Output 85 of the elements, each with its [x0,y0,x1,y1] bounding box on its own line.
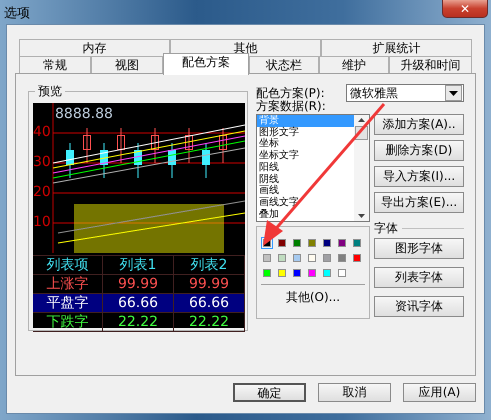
table-cell: 66.66 [103,294,174,312]
tab[interactable]: 内存 [19,39,170,56]
rising-candle [185,128,193,164]
list-item[interactable]: 图形文字 [257,126,354,138]
color-swatch[interactable] [308,269,316,277]
color-swatch[interactable] [338,269,346,277]
color-swatch[interactable] [278,239,286,247]
color-swatch[interactable] [293,269,301,277]
color-swatch[interactable] [323,239,331,247]
color-swatch[interactable] [323,269,331,277]
scrollbar[interactable] [354,115,369,221]
axis-label: 30 [33,153,51,171]
table-cell: 下跌字 [33,313,103,331]
list-item[interactable]: 坐标 [257,138,354,150]
group-title: 预览 [35,83,65,100]
table-cell: 列表项 [33,256,103,274]
dialog-button[interactable]: 取消 [318,383,391,402]
scheme-data-label: 方案数据(R): [256,100,327,113]
scheme-button[interactable]: 导出方案(E)... [374,192,464,213]
color-swatch[interactable] [323,254,331,262]
tab[interactable]: 状态栏 [249,56,319,73]
font-label: 字体 [374,220,398,236]
rising-candle [219,128,227,164]
dialog-button[interactable]: 应用(A) [403,383,476,402]
table-cell: 列表1 [103,256,174,274]
scheme-button[interactable]: 添加方案(A).. [374,114,464,135]
dialog-button[interactable]: 确定 [233,383,306,402]
color-swatch[interactable] [308,239,316,247]
table-cell: 上涨字 [33,275,103,293]
axis-label: 20 [33,183,51,201]
rising-candle [83,128,91,164]
color-swatch[interactable] [278,254,286,262]
list-item[interactable]: 阴线 [257,174,354,186]
color-swatch[interactable] [263,269,271,277]
color-swatch[interactable] [278,269,286,277]
color-swatch[interactable] [293,254,301,262]
scheme-data-list[interactable]: 背景 图形文字 坐标 坐标文字 阳线 阴线 画线 画线文字 叠加 [256,114,370,222]
falling-candle [100,142,108,178]
falling-candle [134,142,142,178]
scroll-down-icon[interactable] [358,214,365,218]
color-swatch[interactable] [293,239,301,247]
scheme-button[interactable]: 删除方案(D) [374,140,464,161]
color-swatch[interactable] [338,239,346,247]
tab[interactable]: 视图 [91,56,163,73]
table-cell: 99.99 [103,275,174,293]
price-label: 8888.88 [55,106,113,122]
tab[interactable]: 扩展统计 [321,39,472,56]
falling-candle [202,142,210,178]
dropdown-arrow-icon [449,90,458,96]
list-item[interactable]: 画线文字 [257,196,354,209]
list-item[interactable]: 阳线 [257,162,354,174]
font-button[interactable]: 资讯字体 [374,296,464,317]
axis-label: 10 [33,213,51,231]
tab[interactable]: 常规 [19,56,91,73]
tab[interactable]: 升级和时间 [389,56,472,73]
table-cell: 列表2 [174,256,245,274]
table-cell: 平盘字 [33,294,103,312]
rising-candle [117,128,125,164]
color-swatch[interactable] [308,254,316,262]
scheme-dropdown[interactable]: 微软雅黑 [346,84,464,102]
color-swatch[interactable] [353,254,361,262]
list-item[interactable]: 坐标文字 [257,150,354,162]
list-item[interactable]: 画线 [257,185,354,197]
scheme-label: 配色方案(P): [256,84,325,100]
axis-label: 40 [33,123,51,141]
font-button[interactable]: 图形字体 [374,238,464,259]
color-swatch[interactable] [353,239,361,247]
falling-candle [168,142,176,178]
table-cell: 22.22 [174,313,245,331]
rising-candle [151,128,159,164]
table-cell: 99.99 [174,275,245,293]
table-cell: 22.22 [103,313,174,331]
scroll-up-icon[interactable] [358,118,365,122]
font-button[interactable]: 列表字体 [374,267,464,288]
color-swatch[interactable] [263,254,271,262]
color-swatch[interactable] [338,254,346,262]
close-button[interactable]: ✕ [442,0,488,18]
table-cell: 66.66 [174,294,245,312]
falling-candle [66,142,74,178]
window-title: 选项 [4,5,30,22]
scheme-button[interactable]: 导入方案(I)... [374,166,464,187]
tab[interactable]: 配色方案 [163,53,249,75]
list-item[interactable]: 叠加 [257,208,354,220]
other-colors-button[interactable]: 其他(O)... [286,289,340,306]
tab[interactable]: 维护 [319,56,389,73]
